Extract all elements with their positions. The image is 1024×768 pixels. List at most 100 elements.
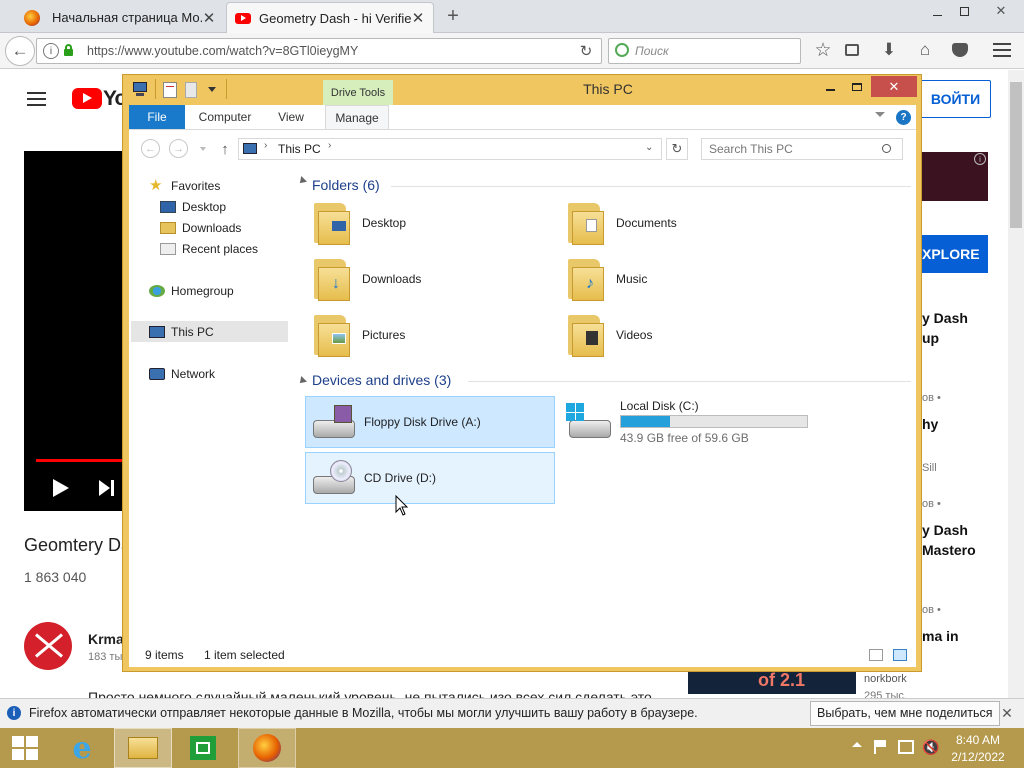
reload-icon[interactable]: ↻: [577, 42, 595, 60]
play-icon[interactable]: [53, 479, 69, 497]
folder-documents[interactable]: Documents: [564, 201, 677, 245]
refresh-icon[interactable]: ↻: [666, 138, 688, 160]
volume-muted-icon[interactable]: 🔇: [922, 739, 939, 756]
taskbar-file-explorer[interactable]: [114, 728, 172, 768]
nav-downloads[interactable]: Downloads: [160, 217, 241, 238]
side-video-title[interactable]: y Dash: [922, 522, 968, 538]
next-icon[interactable]: [99, 480, 117, 496]
explorer-maximize-icon[interactable]: [844, 77, 870, 97]
close-window-icon[interactable]: ✕: [984, 2, 1018, 20]
nav-this-pc[interactable]: This PC: [149, 321, 214, 342]
folder-pictures[interactable]: Pictures: [310, 313, 405, 357]
clock-time[interactable]: 8:40 AM: [948, 733, 1008, 747]
restore-window-icon[interactable]: [953, 2, 975, 20]
close-tab-icon[interactable]: ✕: [202, 9, 216, 27]
page-scrollbar[interactable]: [1008, 70, 1024, 698]
show-hidden-icons[interactable]: [852, 742, 862, 747]
info-icon[interactable]: i: [43, 43, 59, 59]
address-bar[interactable]: › This PC › ⌄: [238, 138, 662, 160]
new-folder-icon[interactable]: [185, 82, 197, 98]
explore-button[interactable]: XPLORE: [920, 235, 988, 273]
tab-file[interactable]: File: [129, 105, 185, 129]
side-video-title[interactable]: ma in: [922, 628, 959, 644]
pocket-icon[interactable]: [950, 41, 970, 59]
collapse-folders-icon[interactable]: [297, 176, 307, 186]
menu-icon[interactable]: [993, 43, 1011, 57]
bookmarks-library-icon[interactable]: [843, 41, 861, 59]
close-tab-icon[interactable]: ✕: [411, 9, 425, 27]
nav-homegroup[interactable]: Homegroup: [149, 280, 234, 301]
browser-tab-start-page[interactable]: Начальная страница Мо... ✕: [16, 2, 224, 33]
folder-music[interactable]: ♪ Music: [564, 257, 647, 301]
ad-info-icon[interactable]: i: [974, 153, 986, 165]
chevron-right-icon[interactable]: ›: [328, 140, 331, 151]
new-tab-icon[interactable]: +: [443, 5, 463, 27]
expand-ribbon-icon[interactable]: [875, 112, 885, 117]
properties-icon[interactable]: [163, 82, 177, 98]
quick-access-dropdown-icon[interactable]: [208, 87, 216, 92]
drive-local-c[interactable]: Local Disk (C:) 43.9 GB free of 59.6 GB: [561, 396, 811, 448]
side-video-title[interactable]: up: [922, 330, 939, 346]
collapse-drives-icon[interactable]: [297, 376, 307, 386]
action-center-flag-icon[interactable]: [874, 740, 888, 754]
taskbar-firefox[interactable]: [238, 728, 296, 768]
network-tray-icon[interactable]: [898, 740, 914, 754]
explorer-body: File Computer View Manage ? ← → ↑ › This…: [129, 105, 916, 667]
clock-date[interactable]: 2/12/2022: [948, 750, 1008, 764]
minimize-window-icon[interactable]: [926, 2, 948, 20]
this-pc-icon[interactable]: [131, 81, 149, 97]
side-video-title[interactable]: Mastero: [922, 542, 976, 558]
up-arrow-icon[interactable]: ↑: [216, 139, 234, 159]
drive-free-space: 43.9 GB free of 59.6 GB: [620, 431, 749, 445]
side-video-title[interactable]: y Dash: [922, 310, 968, 326]
downloads-icon[interactable]: ⬇: [879, 39, 899, 61]
tab-view[interactable]: View: [263, 105, 319, 129]
folder-downloads[interactable]: ↓ Downloads: [310, 257, 421, 301]
large-icons-view-icon[interactable]: [893, 649, 907, 661]
search-box[interactable]: Search This PC: [701, 138, 903, 160]
drive-cd[interactable]: CD Drive (D:): [305, 452, 555, 504]
tab-computer[interactable]: Computer: [187, 105, 263, 129]
folder-videos[interactable]: Videos: [564, 313, 652, 357]
taskbar-internet-explorer[interactable]: e: [57, 728, 107, 768]
bookmark-star-icon[interactable]: ☆: [812, 39, 834, 61]
close-notification-icon[interactable]: ✕: [998, 704, 1016, 722]
signin-button[interactable]: ВОЙТИ: [920, 80, 991, 118]
drives-header[interactable]: Devices and drives (3): [312, 372, 451, 388]
progress-bar[interactable]: [36, 459, 124, 462]
drive-floppy[interactable]: Floppy Disk Drive (A:): [305, 396, 555, 448]
side-video-title[interactable]: hy: [922, 416, 938, 432]
nav-desktop[interactable]: Desktop: [160, 196, 226, 217]
home-icon[interactable]: ⌂: [914, 39, 936, 61]
forward-arrow-icon[interactable]: →: [169, 139, 188, 158]
channel-avatar[interactable]: [24, 622, 72, 670]
url-bar[interactable]: i https://www.youtube.com/watch?v=8GTl0i…: [36, 38, 602, 64]
browser-search-box[interactable]: Поиск: [608, 38, 801, 64]
side-video-meta: Sill: [922, 462, 937, 474]
explorer-minimize-icon[interactable]: [817, 77, 843, 97]
nav-favorites[interactable]: ★ Favorites: [149, 175, 220, 196]
explorer-close-icon[interactable]: ✕: [871, 76, 917, 97]
start-button[interactable]: [0, 728, 50, 768]
taskbar-store[interactable]: [178, 728, 228, 768]
folder-desktop[interactable]: Desktop: [310, 201, 406, 245]
back-icon[interactable]: ←: [5, 36, 35, 66]
chevron-right-icon: ›: [264, 140, 268, 151]
choose-what-to-share-button[interactable]: Выбрать, чем мне поделиться: [810, 701, 1000, 726]
help-icon[interactable]: ?: [896, 110, 911, 125]
folders-header[interactable]: Folders (6): [312, 177, 380, 193]
video-player[interactable]: [24, 151, 124, 511]
youtube-logo-icon[interactable]: [72, 88, 102, 109]
channel-name[interactable]: Krma: [88, 631, 124, 647]
breadcrumb-this-pc[interactable]: This PC: [278, 142, 321, 156]
tab-manage[interactable]: Manage: [325, 105, 389, 130]
back-arrow-icon[interactable]: ←: [141, 139, 160, 158]
recent-locations-icon[interactable]: [200, 147, 206, 151]
details-view-icon[interactable]: [869, 649, 883, 661]
nav-network[interactable]: Network: [149, 363, 215, 384]
chevron-down-icon[interactable]: ⌄: [645, 142, 653, 153]
browser-tab-youtube[interactable]: Geometry Dash - hi Verifie... ✕: [226, 2, 434, 33]
hamburger-menu-icon[interactable]: [27, 92, 46, 106]
cd-drive-icon: [310, 458, 356, 498]
nav-recent-places[interactable]: Recent places: [160, 238, 258, 259]
